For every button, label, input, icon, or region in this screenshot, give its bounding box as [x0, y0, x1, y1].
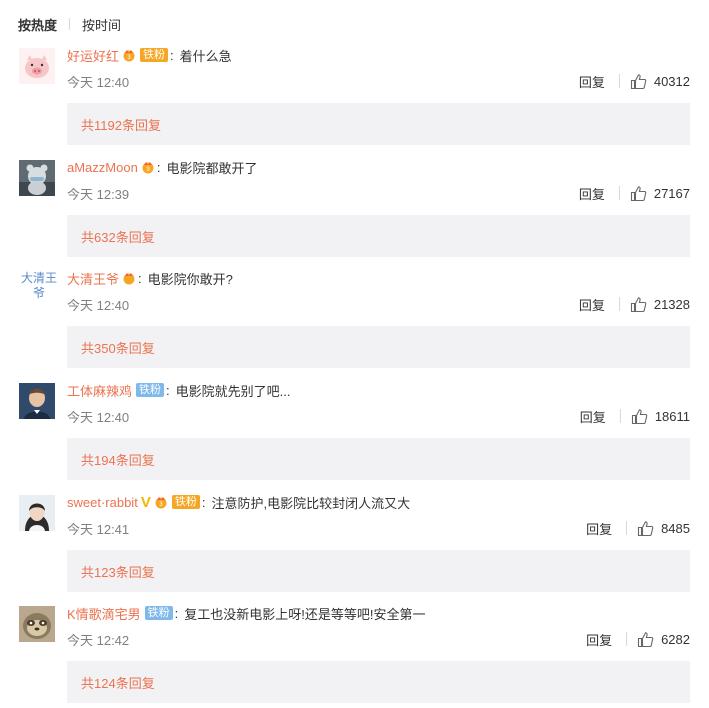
- thumbs-up-icon[interactable]: [630, 73, 647, 90]
- verified-v-icon: V: [140, 493, 151, 511]
- comment-text: 电影院你敢开?: [147, 271, 233, 287]
- fan-badge: 铁粉: [136, 383, 165, 397]
- reply-summary: 共194条回复: [67, 438, 690, 480]
- reply-summary: 共632条回复: [67, 215, 690, 257]
- reply-summary: 共124条回复: [67, 661, 690, 703]
- comment-item: K情歌滴宅男 铁粉 : 复工也没新电影上呀!还是等等吧!安全第一 今天 12:4…: [0, 594, 709, 708]
- crown-icon: 3: [122, 48, 136, 62]
- fan-badge: 铁粉: [171, 495, 200, 509]
- view-replies-link[interactable]: 共124条回复: [81, 673, 155, 692]
- like-count: 6282: [661, 631, 690, 647]
- tab-divider: [69, 18, 71, 30]
- fan-badge: 铁粉: [140, 48, 169, 62]
- like-count: 21328: [653, 296, 690, 312]
- username[interactable]: K情歌滴宅男: [67, 604, 141, 623]
- avatar[interactable]: [19, 383, 55, 419]
- reply-summary: 共123条回复: [67, 550, 690, 592]
- view-replies-link[interactable]: 共632条回复: [81, 227, 155, 246]
- avatar[interactable]: [19, 495, 55, 531]
- timestamp: 今天 12:40: [67, 297, 130, 313]
- reply-button[interactable]: 回复: [579, 72, 605, 91]
- timestamp: 今天 12:41: [67, 521, 130, 537]
- tab-sort-by-hot[interactable]: 按热度: [18, 15, 57, 34]
- thumbs-up-icon[interactable]: [630, 185, 647, 202]
- username[interactable]: 好运好红: [67, 46, 119, 65]
- username[interactable]: sweet·rabbit: [67, 495, 138, 510]
- comment-item: 工体麻辣鸡 铁粉 : 电影院就先别了吧... 今天 12:40 回复 18611…: [0, 371, 709, 482]
- reply-button[interactable]: 回复: [586, 630, 612, 649]
- username[interactable]: 工体麻辣鸡: [67, 381, 132, 400]
- timestamp: 今天 12:40: [67, 409, 130, 425]
- timestamp: 今天 12:40: [67, 74, 130, 90]
- reply-summary: 共350条回复: [67, 326, 690, 368]
- thumbs-up-icon[interactable]: [631, 408, 648, 425]
- comment-text: 着什么急: [179, 48, 232, 64]
- comment-text: 注意防护,电影院比较封闭人流又大: [211, 495, 411, 511]
- comment-text: 电影院就先别了吧...: [175, 383, 291, 399]
- like-count: 8485: [661, 520, 690, 536]
- thumbs-up-icon[interactable]: [630, 296, 647, 313]
- comment-item: sweet·rabbit V 3 铁粉 : 注意防护,电影院比较封闭人流又大 今…: [0, 483, 709, 594]
- comment-item: aMazzMoon 3 : 电影院都敢开了 今天 12:39 回复 27167 …: [0, 148, 709, 259]
- comment-item: 好运好红 3 铁粉 : 着什么急 今天 12:40 回复 40312 共1192…: [0, 36, 709, 147]
- avatar-broken-image[interactable]: 大清王爷: [19, 271, 59, 331]
- crown-icon: 3: [141, 160, 155, 174]
- boy-avatar-icon: [19, 383, 55, 419]
- timestamp: 今天 12:42: [67, 632, 130, 648]
- girl-avatar-icon: [19, 495, 55, 531]
- sloth-avatar-icon: [19, 606, 55, 642]
- username[interactable]: aMazzMoon: [67, 160, 138, 175]
- comment-text: 复工也没新电影上呀!还是等等吧!安全第一: [184, 606, 426, 622]
- view-replies-link[interactable]: 共194条回复: [81, 450, 155, 469]
- view-replies-link[interactable]: 共350条回复: [81, 338, 155, 357]
- sort-tabs: 按热度 按时间: [18, 15, 121, 33]
- avatar[interactable]: [19, 606, 55, 642]
- tab-sort-by-time[interactable]: 按时间: [82, 15, 121, 34]
- thumbs-up-icon[interactable]: [637, 520, 654, 537]
- reply-summary: 共1192条回复: [67, 103, 690, 145]
- like-count: 18611: [654, 408, 690, 424]
- like-count: 27167: [653, 185, 690, 201]
- crown-icon: 3: [154, 495, 168, 509]
- view-replies-link[interactable]: 共1192条回复: [81, 115, 161, 134]
- pig-avatar-icon: [19, 48, 55, 84]
- avatar[interactable]: [19, 160, 55, 196]
- toy-avatar-icon: [19, 160, 55, 196]
- fan-badge: 铁粉: [144, 606, 173, 620]
- reply-button[interactable]: 回复: [586, 519, 612, 538]
- crown-icon: [122, 271, 136, 285]
- comment-text: 电影院都敢开了: [166, 160, 258, 176]
- timestamp: 今天 12:39: [67, 186, 130, 202]
- avatar-alt-text: 大清王爷: [20, 271, 57, 300]
- reply-button[interactable]: 回复: [579, 184, 605, 203]
- avatar[interactable]: [19, 48, 55, 84]
- reply-button[interactable]: 回复: [579, 295, 605, 314]
- thumbs-up-icon[interactable]: [637, 631, 654, 648]
- reply-button[interactable]: 回复: [580, 407, 606, 426]
- username[interactable]: 大清王爷: [67, 269, 119, 288]
- view-replies-link[interactable]: 共123条回复: [81, 562, 155, 581]
- like-count: 40312: [653, 73, 690, 89]
- comment-item: 大清王爷 大清王爷 : 电影院你敢开? 今天 12:40 回复 21328 共3…: [0, 259, 709, 370]
